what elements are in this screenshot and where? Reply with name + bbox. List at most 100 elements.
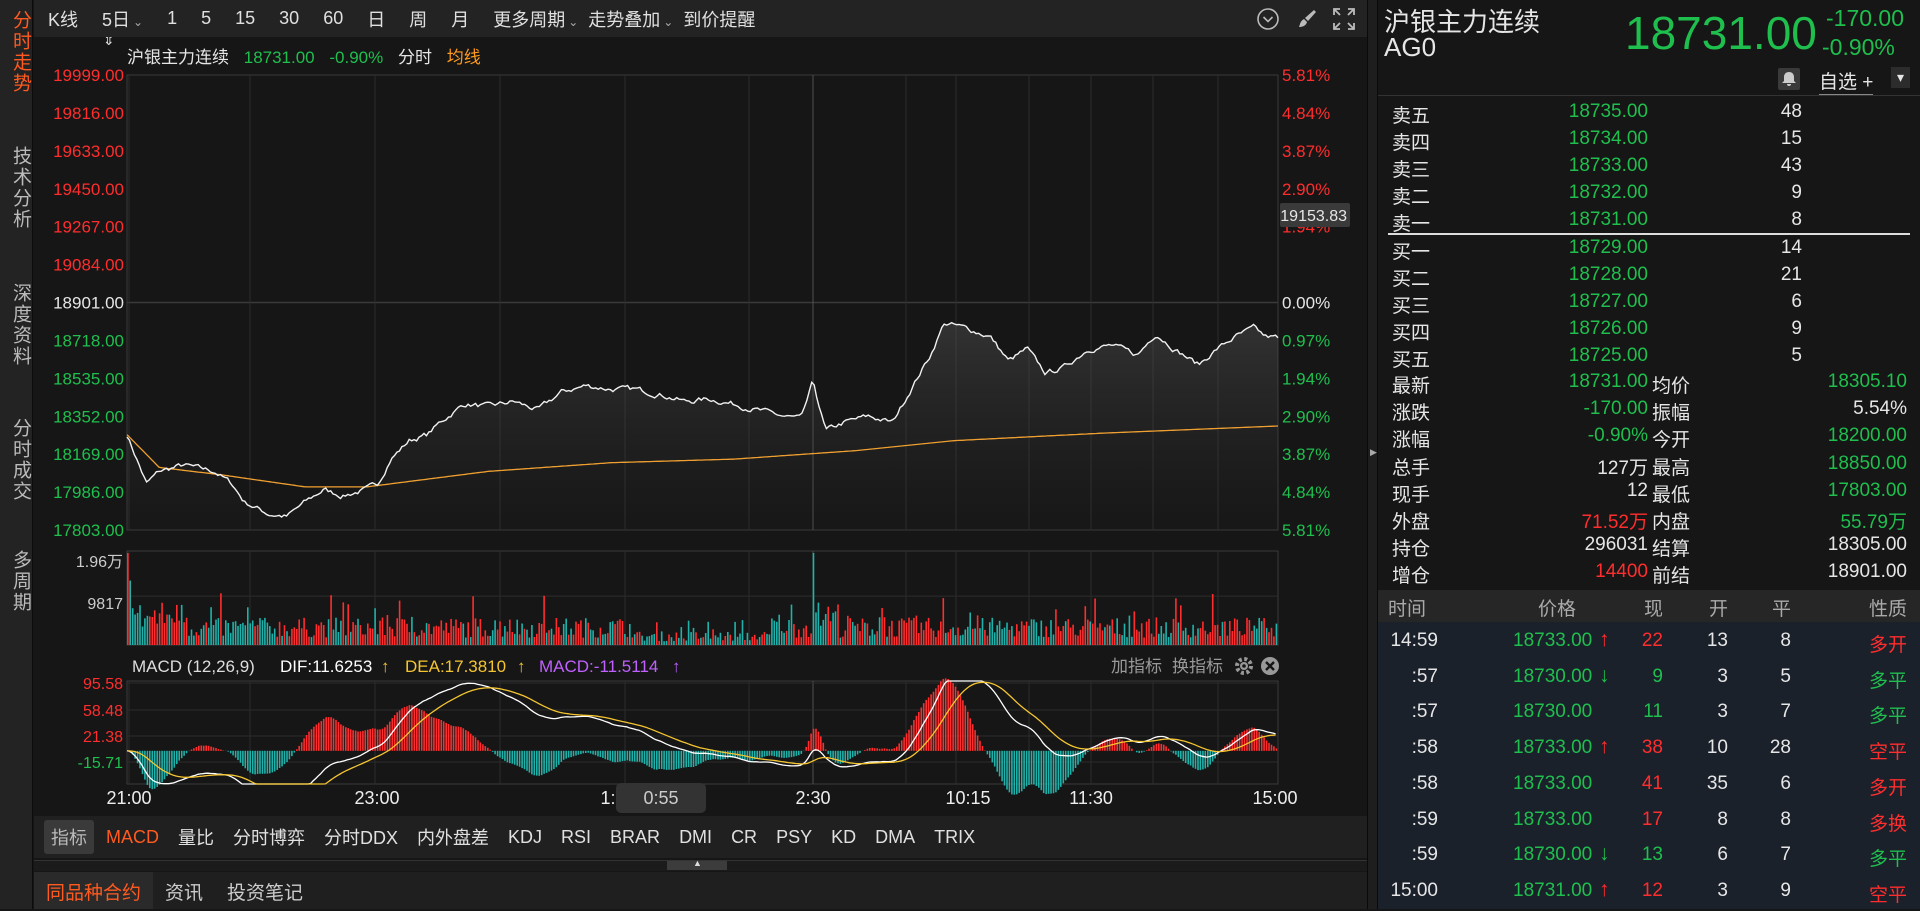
trade-row[interactable]: :5718730.001137多平	[1378, 698, 1920, 732]
tab-technical[interactable]: 技术分析	[0, 146, 33, 230]
period-60[interactable]: 60	[323, 8, 343, 29]
bell-button[interactable]	[1778, 68, 1800, 90]
macd-histogram-bar	[854, 751, 856, 756]
macd-histogram-bar	[901, 740, 903, 751]
trade-row[interactable]: :5818733.00↑381028空平	[1378, 734, 1920, 768]
trade-row[interactable]: 14:5918733.00↑22138多开	[1378, 627, 1920, 661]
indicator-tab-psy[interactable]: PSY	[776, 827, 812, 848]
trade-row[interactable]: :5718730.00↓935多平	[1378, 663, 1920, 697]
price-alert-button[interactable]: 到价提醒	[683, 6, 755, 32]
indicator-tab-分时博弈[interactable]: 分时博弈	[233, 824, 305, 850]
more-periods-dropdown[interactable]: 更多周期⌄	[493, 6, 578, 32]
indicator-tab-指标[interactable]: 指标	[44, 820, 94, 854]
collapse-handle[interactable]: ▲	[667, 861, 727, 870]
period-15[interactable]: 15	[235, 8, 255, 29]
trades-list[interactable]: 14:5918733.00↑22138多开:5718730.00↓935多平:5…	[1378, 622, 1920, 909]
stat-label: 持仓	[1392, 534, 1430, 561]
tab-tick-trades[interactable]: 分时成交	[0, 418, 33, 502]
macd-histogram-bar	[1175, 751, 1177, 755]
resize-arrow-icon[interactable]: ⇕	[103, 37, 115, 48]
tab-depth[interactable]: 深度资料	[0, 283, 33, 367]
macd-histogram-bar	[852, 751, 854, 758]
intraday-chart[interactable]: 19999.0019816.0019633.0019450.0019267.00…	[33, 37, 1367, 817]
macd-histogram-bar	[149, 751, 151, 788]
indicator-tab-dmi[interactable]: DMI	[679, 827, 712, 848]
volume-bar	[820, 626, 822, 645]
tab-intraday[interactable]: 分时走势	[0, 10, 33, 94]
period-5day[interactable]: 5日⌄	[102, 6, 143, 32]
indicator-tab-分时ddx[interactable]: 分时DDX	[324, 824, 398, 850]
volume-bar	[497, 630, 499, 645]
macd-value: MACD:-11.5114	[539, 657, 658, 676]
order-volume: 21	[1781, 264, 1802, 286]
macd-histogram-bar	[830, 751, 832, 758]
trade-row[interactable]: 15:0018731.00↑1239空平	[1378, 877, 1920, 911]
switch-indicator-button[interactable]: 换指标	[1172, 657, 1223, 676]
watchlist-add-button[interactable]: 自选 +	[1819, 67, 1873, 95]
macd-histogram-bar	[252, 751, 254, 774]
add-indicator-button[interactable]: 加指标	[1111, 657, 1162, 676]
indicator-tab-kd[interactable]: KD	[831, 827, 856, 848]
trade-row[interactable]: :5818733.0041356多开	[1378, 770, 1920, 804]
indicator-tab-trix[interactable]: TRIX	[934, 827, 975, 848]
macd-histogram-bar	[330, 717, 332, 751]
trade-row[interactable]: :5918730.00↓1367多平	[1378, 841, 1920, 875]
stat-row: 增仓14400前结18901.00	[1378, 561, 1920, 587]
ask-level-label: 卖五	[1392, 101, 1430, 128]
indicator-tab-brar[interactable]: BRAR	[610, 827, 660, 848]
trend-overlay-dropdown[interactable]: 走势叠加⌄	[588, 6, 673, 32]
volume-bar	[857, 624, 859, 645]
macd-histogram-bar	[269, 751, 271, 774]
indicator-tab-dma[interactable]: DMA	[875, 827, 915, 848]
tab-news[interactable]: 资讯	[153, 872, 215, 909]
bid-level-label: 买二	[1392, 264, 1430, 291]
volume-bar	[188, 636, 190, 645]
trade-open: 3	[1717, 666, 1728, 688]
indicator-tab-kdj[interactable]: KDJ	[508, 827, 542, 848]
macd-axis-label: 58.48	[83, 703, 123, 720]
ask-row: 卖五18735.0048	[1378, 101, 1920, 127]
period-1[interactable]: 1	[167, 8, 177, 29]
period-day[interactable]: 日	[367, 6, 385, 32]
close-icon[interactable]	[1261, 657, 1279, 675]
volume-bar	[526, 630, 528, 645]
volume-bar	[259, 618, 261, 645]
volume-bar	[1067, 619, 1069, 645]
volume-bar	[223, 636, 225, 645]
vertical-splitter[interactable]: ▶	[1367, 0, 1378, 909]
order-volume: 43	[1781, 155, 1802, 177]
tab-multi-period[interactable]: 多周期	[0, 550, 33, 613]
indicator-tab-macd[interactable]: MACD	[106, 827, 159, 848]
indicator-tab-量比[interactable]: 量比	[178, 824, 214, 850]
period-5[interactable]: 5	[201, 8, 211, 29]
period-week[interactable]: 周	[409, 6, 427, 32]
fullscreen-icon[interactable]	[1331, 6, 1357, 32]
volume-bar	[874, 634, 876, 645]
indicator-tab-内外盘差[interactable]: 内外盘差	[417, 824, 489, 850]
tab-investment-notes[interactable]: 投资笔记	[215, 872, 315, 909]
macd-histogram-bar	[884, 748, 886, 750]
circle-chevron-down-icon[interactable]	[1255, 6, 1281, 32]
dea-line	[127, 682, 1276, 784]
macd-histogram-bar	[752, 751, 754, 761]
period-30[interactable]: 30	[279, 8, 299, 29]
macd-histogram-bar	[556, 751, 558, 767]
indicator-tab-cr[interactable]: CR	[731, 827, 757, 848]
volume-bar	[1109, 626, 1111, 645]
tab-same-variety-contracts[interactable]: 同品种合约	[34, 872, 153, 909]
gear-icon[interactable]	[1237, 659, 1251, 673]
ask-row: 卖一18731.008	[1378, 209, 1920, 235]
macd-histogram-bar	[441, 720, 443, 751]
period-kline[interactable]: K线	[48, 6, 78, 32]
volume-bar	[281, 636, 283, 645]
stat-value: 12	[1627, 480, 1648, 502]
trade-row[interactable]: :5918733.001788多换	[1378, 806, 1920, 840]
volume-bar	[930, 628, 932, 645]
brush-icon[interactable]	[1294, 6, 1320, 32]
indicator-tab-rsi[interactable]: RSI	[561, 827, 591, 848]
macd-histogram-bar	[590, 751, 592, 754]
period-month[interactable]: 月	[451, 6, 469, 32]
volume-bar	[1178, 623, 1180, 646]
watchlist-dropdown[interactable]: ▾	[1891, 67, 1910, 88]
macd-histogram-bar	[499, 751, 501, 758]
